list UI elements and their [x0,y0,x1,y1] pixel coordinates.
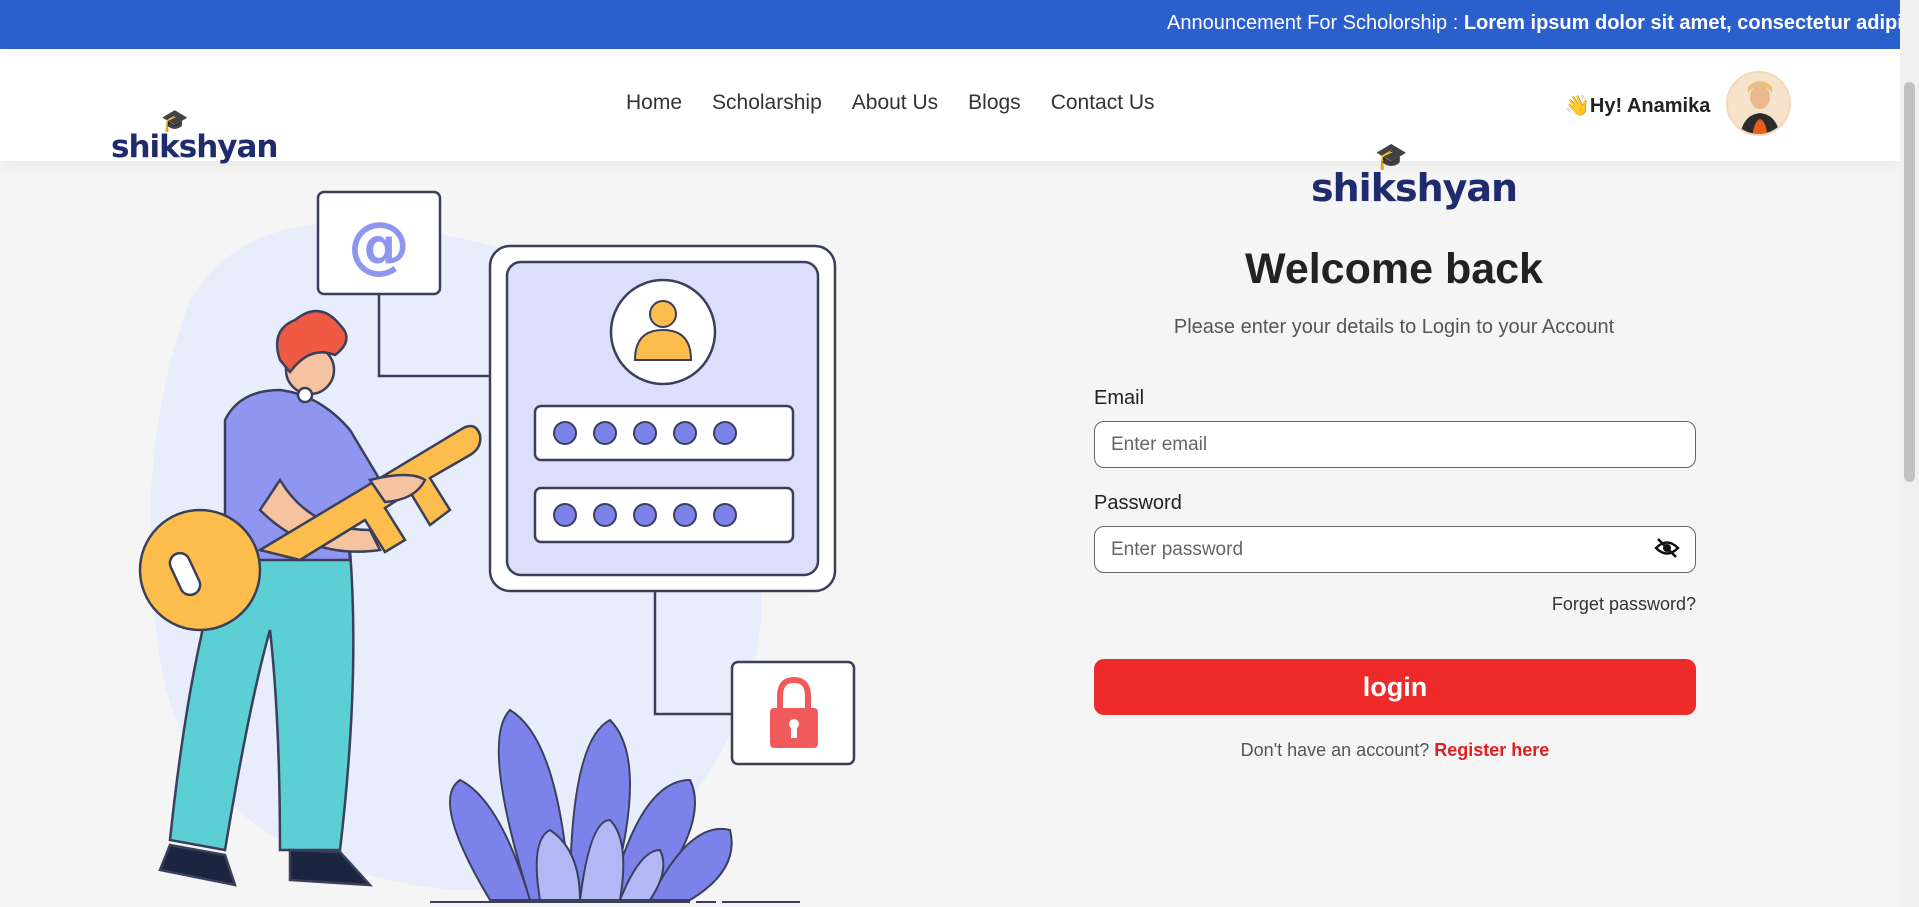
register-prompt-line: Don't have an account? Register here [1094,740,1696,761]
login-button[interactable]: login [1094,659,1696,715]
announcement-text: Announcement For Scholorship : Lorem ips… [1167,12,1900,35]
register-link[interactable]: Register here [1434,740,1549,760]
page-subtitle: Please enter your details to Login to yo… [1173,316,1615,338]
login-panel-graphic [488,244,837,593]
at-sign-icon: @ [316,190,442,296]
user-icon [609,278,717,386]
form-logo-text: shikshyan [1311,166,1518,210]
register-prompt: Don't have an account? [1240,740,1430,760]
scrollbar[interactable] [1900,0,1919,907]
nav-link-blogs[interactable]: Blogs [968,91,1021,115]
logo-text: shikshyan [111,129,278,165]
navbar: shikshyan 🎓 Home Scholarship About Us Bl… [0,49,1900,165]
avatar-image [1728,73,1789,134]
page-title: Welcome back [1245,245,1543,293]
nav-link-about-us[interactable]: About Us [852,91,938,115]
nav-link-home[interactable]: Home [626,91,682,115]
announcement-label: Announcement For Scholorship : [1167,12,1459,34]
announcement-bar: Announcement For Scholorship : Lorem ips… [0,0,1900,49]
scrollbar-thumb[interactable] [1904,82,1915,482]
graduation-cap-icon: 🎓 [1375,142,1407,172]
email-label: Email [1094,387,1145,409]
password-field[interactable] [1094,526,1696,573]
email-field[interactable] [1094,421,1696,468]
forget-password-link[interactable]: Forget password? [1546,594,1696,615]
password-label: Password [1094,492,1182,514]
eye-slash-icon[interactable] [1654,537,1680,559]
nav-link-contact-us[interactable]: Contact Us [1051,91,1155,115]
padlock-icon [730,660,856,766]
nav-logo[interactable]: shikshyan 🎓 [111,109,278,165]
announcement-message: Lorem ipsum dolor sit amet, consectetur … [1463,12,1900,34]
graduation-cap-icon: 🎓 [161,109,188,134]
nav-link-scholarship[interactable]: Scholarship [712,91,822,115]
nav-links: Home Scholarship About Us Blogs Contact … [626,91,1155,115]
user-greeting: 👋Hy! Anamika [1565,95,1711,117]
form-logo: shikshyan 🎓 [1311,142,1518,210]
login-illustration: @ [138,190,856,903]
avatar[interactable] [1726,71,1791,136]
svg-text:@: @ [348,208,410,281]
